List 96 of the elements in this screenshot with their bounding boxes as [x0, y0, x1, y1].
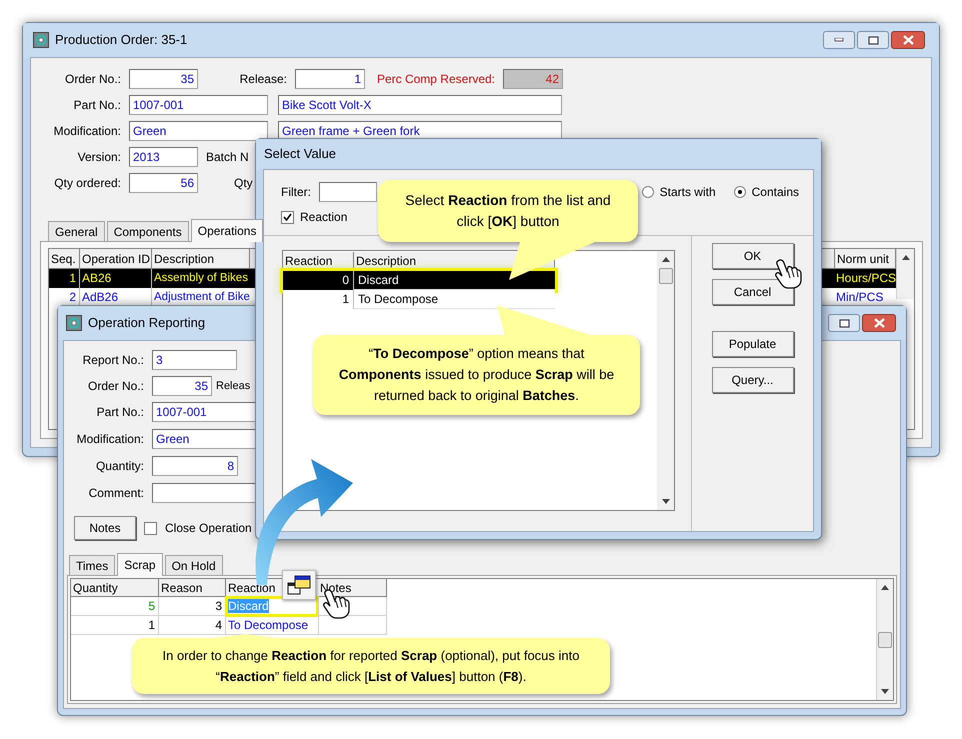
close-button[interactable] — [891, 31, 925, 49]
radio-button[interactable] — [642, 186, 654, 198]
notes-button[interactable]: Notes — [74, 516, 136, 540]
field-label: Releas — [216, 378, 250, 394]
tab[interactable]: Times — [69, 555, 116, 575]
field-label: Part No.: — [72, 97, 122, 114]
table-cell-text: Assembly of Bikes — [153, 271, 249, 286]
field-label: Modification: — [52, 123, 122, 140]
minimize-button[interactable] — [823, 31, 855, 49]
down-arrow-icon — [662, 499, 670, 504]
window-title: Select Value — [264, 145, 336, 164]
text-field[interactable]: 56 — [129, 173, 198, 193]
tab[interactable]: Components — [106, 221, 189, 241]
column-header: Norm unit — [834, 249, 896, 269]
scroll-thumb[interactable] — [658, 268, 672, 284]
list-of-values-button[interactable] — [282, 570, 316, 600]
close-button[interactable] — [862, 314, 896, 332]
column-header: Reason — [159, 579, 226, 597]
table-cell-text: Adjustment of Bike — [153, 290, 250, 305]
tab[interactable]: General — [48, 221, 105, 241]
column-header: Description — [152, 249, 250, 269]
column-header: Seq. — [49, 249, 80, 269]
table-cell-text: Hours/PCS — [835, 270, 896, 287]
text-field[interactable] — [152, 482, 257, 502]
text-field[interactable]: 1007-001 — [129, 95, 268, 115]
window-title: Operation Reporting — [88, 314, 206, 332]
field-label: Qty ordered: — [53, 175, 122, 192]
list-row[interactable]: 0 Discard — [283, 271, 555, 290]
text-field[interactable]: 35 — [129, 69, 198, 89]
checkbox-label: Close Operation — [165, 520, 252, 537]
text-field[interactable]: 2013 — [129, 147, 198, 167]
scroll-thumb[interactable] — [878, 632, 892, 648]
column-header: Operation ID — [80, 249, 152, 269]
up-arrow-icon — [662, 257, 670, 262]
dialog-button[interactable]: Query... — [712, 367, 794, 393]
app-icon — [33, 32, 49, 48]
field-label: Part No.: — [96, 404, 145, 421]
down-arrow-icon — [881, 689, 889, 694]
table-cell: 4 — [159, 616, 226, 635]
text-field[interactable]: 35 — [152, 376, 212, 396]
maximize-button[interactable] — [828, 314, 860, 332]
dialog-button[interactable]: OK — [712, 243, 794, 269]
app-icon — [66, 315, 82, 331]
field-label: Filter: — [281, 184, 311, 201]
tab[interactable]: Operations — [190, 219, 264, 242]
callout: In order to change Reaction for reported Scrap (optional), put focus into “Reaction” field and click [List of Values] button (F8). — [132, 638, 610, 694]
text-field[interactable]: 1007-001 — [152, 402, 257, 422]
text-field[interactable]: Green — [152, 428, 257, 448]
field-label: Batch N — [206, 149, 249, 166]
text-field[interactable]: 8 — [152, 456, 238, 476]
list-row[interactable]: 1 To Decompose — [283, 290, 555, 309]
scrollbar[interactable] — [657, 251, 674, 510]
up-arrow-icon — [881, 585, 889, 590]
radio-label: Contains — [752, 184, 799, 201]
radio-label: Starts with — [660, 184, 716, 201]
field-label: Order No.: — [86, 378, 145, 395]
field-label: Order No.: — [64, 71, 122, 88]
table-cell: 1 — [71, 616, 159, 635]
dialog-button[interactable]: Populate — [712, 331, 794, 357]
table-cell: 1 — [283, 290, 354, 309]
table-cell: 3 — [159, 597, 226, 616]
field-label: Version: — [76, 149, 122, 166]
scrollbar[interactable] — [896, 249, 914, 299]
text-field[interactable]: 3 — [152, 350, 237, 370]
hand-cursor-icon — [774, 258, 804, 290]
close-icon — [902, 35, 914, 45]
tab[interactable]: Scrap — [117, 553, 163, 576]
maximize-icon — [868, 36, 878, 44]
text-field[interactable]: Green — [129, 121, 268, 141]
tab[interactable]: On Hold — [164, 555, 223, 575]
field-label: Perc Comp Reserved: — [376, 71, 496, 88]
maximize-button[interactable] — [857, 31, 889, 49]
scrollbar[interactable] — [876, 579, 893, 700]
maximize-icon — [838, 318, 850, 328]
windows-icon — [287, 575, 311, 595]
minimize-icon — [834, 38, 844, 42]
text-field[interactable]: Bike Scott Volt-X — [278, 95, 562, 115]
field-label: Comment: — [88, 484, 145, 502]
up-arrow-icon — [902, 255, 910, 260]
field-label: Report No.: — [82, 352, 145, 369]
close-icon — [874, 318, 884, 328]
filter-field[interactable] — [319, 182, 377, 202]
column-header: Quantity — [71, 579, 159, 597]
table-cell: 5 — [71, 597, 159, 616]
dialog-button[interactable]: Cancel — [712, 279, 794, 305]
field-label: Modification: — [76, 430, 145, 448]
field-label: Release: — [238, 71, 288, 88]
window-title: Production Order: 35-1 — [55, 31, 188, 50]
field-label: Quantity: — [94, 458, 145, 474]
text-field[interactable]: 1 — [295, 69, 365, 89]
checkbox[interactable] — [144, 522, 157, 534]
field-label: Qty — [234, 175, 253, 192]
table-cell-text: Min/PCS — [835, 289, 884, 306]
checkbox[interactable] — [281, 210, 294, 224]
radio-button[interactable] — [734, 186, 746, 198]
checkbox-label: Reaction — [300, 209, 348, 226]
